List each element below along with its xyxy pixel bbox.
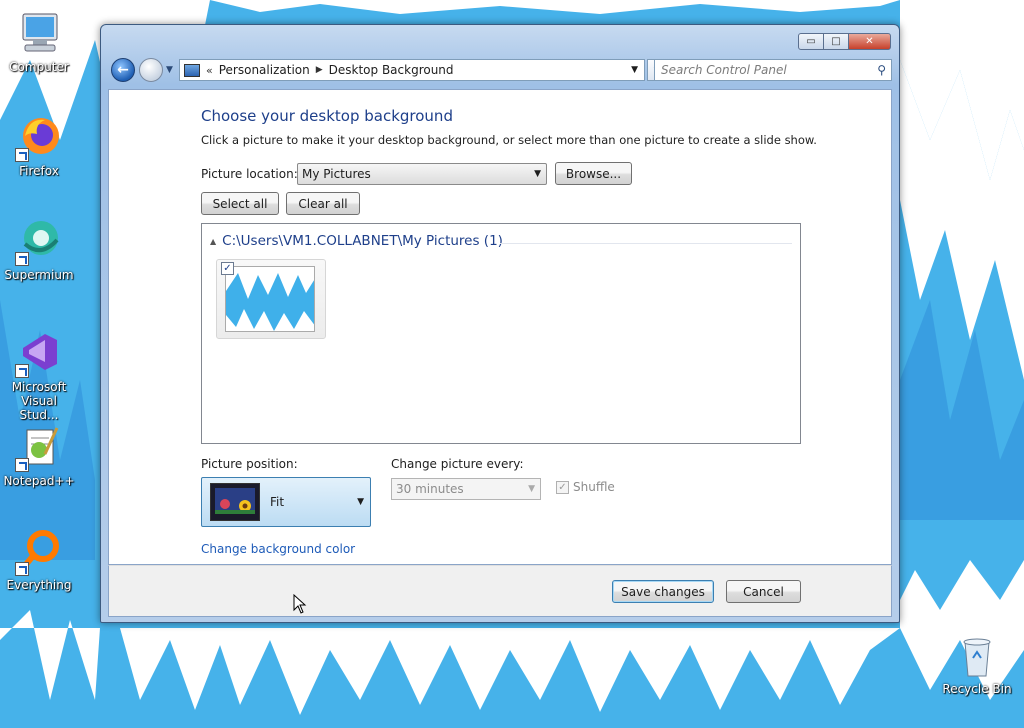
desktop-icon-visual-studio[interactable]: Microsoft Visual Stud...	[1, 330, 77, 422]
position-preview-icon	[210, 483, 260, 521]
picture-position-label: Picture position:	[201, 457, 298, 471]
browse-button[interactable]: Browse...	[555, 162, 632, 185]
shortcut-arrow-icon	[15, 252, 29, 266]
desktop-icon-everything[interactable]: Everything	[1, 528, 77, 592]
shortcut-arrow-icon	[15, 364, 29, 378]
page-description: Click a picture to make it your desktop …	[201, 133, 817, 147]
group-header-label: C:\Users\VM1.COLLABNET\My Pictures (1)	[222, 233, 503, 249]
save-changes-button[interactable]: Save changes	[612, 580, 714, 603]
chevron-down-icon: ▼	[357, 497, 364, 507]
chevron-down-icon[interactable]: ▼	[631, 65, 638, 75]
desktop-icon-label: Everything	[6, 578, 72, 592]
desktop-icon-computer[interactable]: Computer	[1, 10, 77, 74]
desktop-icon-recycle-bin[interactable]: Recycle Bin	[939, 632, 1015, 696]
recent-pages-button[interactable]: ▼	[166, 65, 173, 75]
close-button[interactable]: ✕	[848, 33, 891, 50]
picture-position-select[interactable]: Fit ▼	[201, 477, 371, 527]
minimize-button[interactable]: ▭	[798, 33, 824, 50]
change-interval-select[interactable]: 30 minutes ▼	[391, 478, 541, 500]
shortcut-arrow-icon	[15, 458, 29, 472]
visual-studio-icon	[15, 330, 63, 378]
desktop-icon-supermium[interactable]: Supermium	[1, 218, 77, 282]
navigation-bar: ← ▼ « Personalization ▶ Desktop Backgrou…	[109, 57, 892, 83]
search-icon[interactable]: ⚲	[877, 63, 886, 77]
shortcut-arrow-icon	[15, 148, 29, 162]
picture-thumbnail[interactable]: ✓	[216, 259, 326, 339]
picture-location-select[interactable]: My Pictures ▼	[297, 163, 547, 185]
back-button[interactable]: ←	[111, 58, 135, 82]
collapse-triangle-icon[interactable]: ▲	[210, 237, 216, 246]
select-all-button[interactable]: Select all	[201, 192, 279, 215]
content-panel: Choose your desktop background Click a p…	[108, 89, 892, 565]
search-input[interactable]: Search Control Panel ⚲	[654, 59, 892, 81]
page-title: Choose your desktop background	[201, 107, 453, 125]
firefox-icon	[15, 114, 63, 162]
maximize-button[interactable]: □	[823, 33, 849, 50]
desktop-icon-firefox[interactable]: Firefox	[1, 114, 77, 178]
desktop-icon-label: Recycle Bin	[942, 682, 1012, 696]
address-bar[interactable]: « Personalization ▶ Desktop Background ▼	[179, 59, 645, 81]
picture-position-value: Fit	[270, 495, 285, 509]
breadcrumb-overflow[interactable]: «	[206, 64, 213, 77]
change-background-color-link[interactable]: Change background color	[201, 542, 355, 556]
search-placeholder: Search Control Panel	[661, 63, 787, 77]
shuffle-label: Shuffle	[573, 480, 615, 494]
thumbnail-checkbox[interactable]: ✓	[221, 262, 234, 275]
desktop-icon-label: Notepad++	[3, 474, 75, 488]
forward-button[interactable]	[139, 58, 163, 82]
desktop-icon-label: Supermium	[4, 268, 74, 282]
chevron-down-icon: ▼	[528, 484, 535, 494]
supermium-icon	[15, 218, 63, 266]
chevron-down-icon: ▼	[534, 169, 541, 179]
picture-gallery: ▲ C:\Users\VM1.COLLABNET\My Pictures (1)…	[201, 223, 801, 444]
notepadpp-icon	[15, 424, 63, 472]
computer-icon	[15, 10, 63, 58]
chevron-right-icon[interactable]: ▶	[316, 65, 323, 75]
recycle-bin-icon	[953, 632, 1001, 680]
shuffle-checkbox[interactable]: ✓	[556, 480, 569, 494]
desktop-icon-label: Microsoft Visual Stud...	[11, 380, 67, 422]
breadcrumb-desktop-background[interactable]: Desktop Background	[329, 63, 454, 77]
group-header[interactable]: ▲ C:\Users\VM1.COLLABNET\My Pictures (1)	[210, 233, 503, 249]
breadcrumb-personalization[interactable]: Personalization	[219, 63, 310, 77]
picture-location-label: Picture location:	[201, 167, 298, 181]
desktop-icon-label: Firefox	[19, 164, 59, 178]
shuffle-option[interactable]: ✓ Shuffle	[556, 480, 615, 494]
clear-all-button[interactable]: Clear all	[286, 192, 360, 215]
desktop-background-window: ▭ □ ✕ ← ▼ « Personalization ▶ Desktop Ba…	[100, 24, 900, 623]
caption-buttons: ▭ □ ✕	[798, 33, 891, 50]
picture-location-value: My Pictures	[302, 167, 371, 181]
everything-icon	[15, 528, 63, 576]
desktop-icon-notepadpp[interactable]: Notepad++	[1, 424, 77, 488]
desktop-icon-label: Computer	[9, 60, 69, 74]
footer-bar: Save changes Cancel	[108, 565, 892, 617]
cancel-button[interactable]: Cancel	[726, 580, 801, 603]
wallpaper-thumbnail-image	[225, 266, 315, 332]
control-panel-icon	[184, 63, 200, 77]
mouse-cursor-icon	[293, 594, 307, 614]
shortcut-arrow-icon	[15, 562, 29, 576]
arrow-left-icon: ←	[117, 62, 129, 78]
group-divider	[500, 243, 792, 244]
change-interval-value: 30 minutes	[396, 482, 464, 496]
change-picture-every-label: Change picture every:	[391, 457, 524, 471]
